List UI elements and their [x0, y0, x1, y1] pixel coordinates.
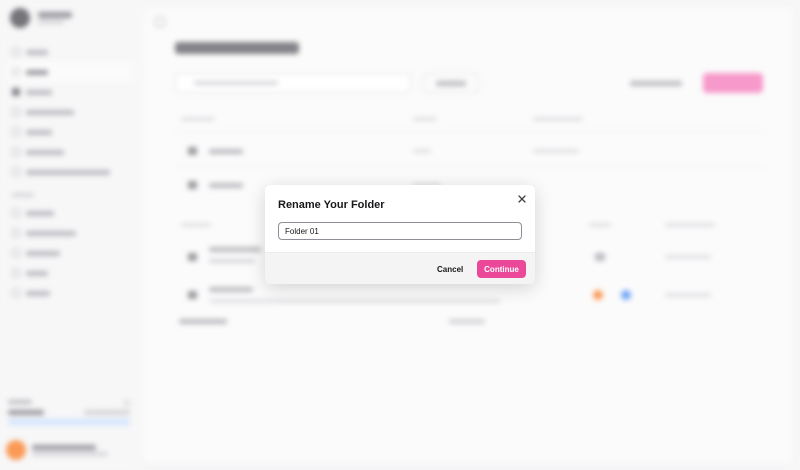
- close-icon: [518, 195, 526, 203]
- close-button[interactable]: [516, 193, 528, 205]
- dialog-footer: Cancel Continue: [265, 252, 535, 284]
- dialog-title: Rename Your Folder: [278, 199, 385, 211]
- cancel-button[interactable]: Cancel: [433, 260, 467, 278]
- continue-button[interactable]: Continue: [477, 260, 526, 278]
- folder-name-input[interactable]: [278, 222, 522, 240]
- rename-folder-dialog: Rename Your Folder Cancel Continue: [265, 185, 535, 284]
